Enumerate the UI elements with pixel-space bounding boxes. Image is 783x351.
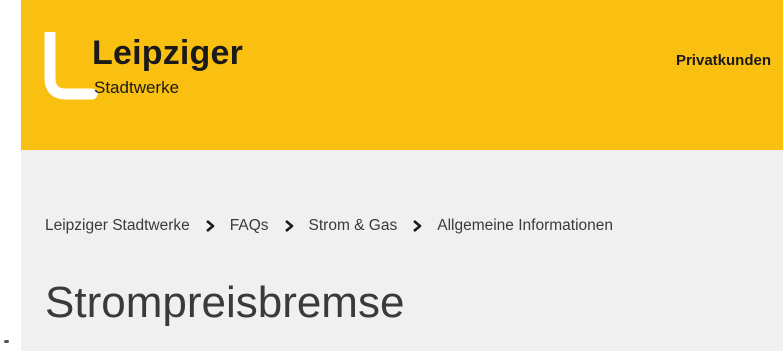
- logo-subtitle: Stadtwerke: [94, 78, 180, 97]
- main-content: Leipziger Stadtwerke FAQs Strom & Gas Al…: [21, 150, 783, 351]
- chevron-right-icon: [413, 220, 422, 232]
- cut-off-fragment: [4, 340, 9, 343]
- breadcrumb-item-home[interactable]: Leipziger Stadtwerke: [45, 217, 190, 235]
- chevron-right-icon: [205, 220, 215, 232]
- page-title: Strompreisbremse: [45, 278, 405, 327]
- logo-title: Leipziger: [92, 34, 244, 72]
- nav-privatkunden-link[interactable]: Privatkunden: [676, 52, 771, 69]
- chevron-right-icon: [284, 220, 293, 232]
- site-logo[interactable]: Leipziger Stadtwerke: [42, 32, 282, 102]
- breadcrumb-item-faqs[interactable]: FAQs: [230, 217, 269, 235]
- breadcrumb-item-allgemeine-informationen[interactable]: Allgemeine Informationen: [437, 217, 613, 235]
- left-gutter: [0, 0, 21, 351]
- breadcrumb: Leipziger Stadtwerke FAQs Strom & Gas Al…: [45, 217, 613, 235]
- site-header: Leipziger Stadtwerke Privatkunden: [21, 0, 783, 150]
- breadcrumb-item-strom-gas[interactable]: Strom & Gas: [309, 217, 398, 235]
